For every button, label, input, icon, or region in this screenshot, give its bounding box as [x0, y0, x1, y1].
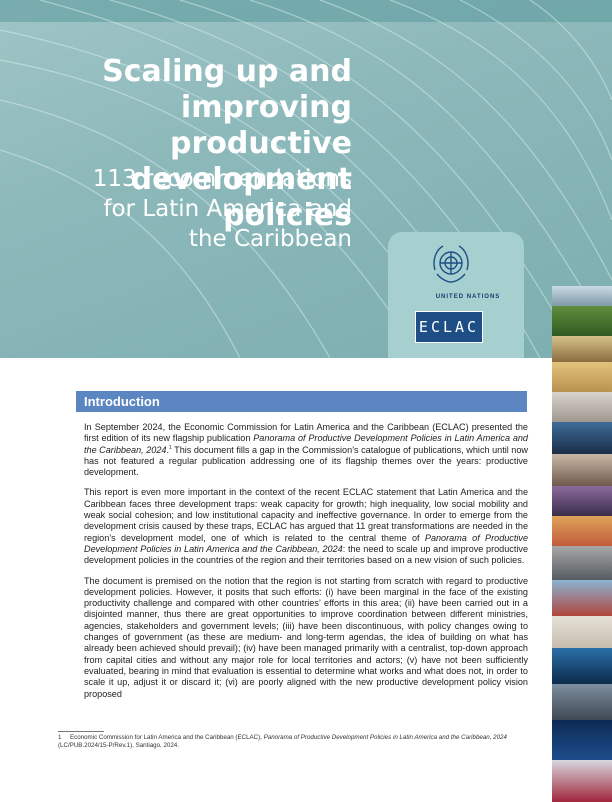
technology-photo	[552, 422, 612, 454]
footnote-text-b: (LC/PUB.2024/15-P/Rev.1), Santiago, 2024…	[58, 742, 179, 750]
paragraph-1: In September 2024, the Economic Commissi…	[84, 422, 528, 478]
digital-network-photo	[552, 648, 612, 684]
subtitle-line-2: for Latin America and	[103, 196, 352, 222]
subtitle-line-1: 113 recommendations	[92, 166, 352, 192]
footnote-text-a: Economic Commission for Latin America an…	[70, 734, 264, 741]
report-subtitle: 113 recommendations for Latin America an…	[22, 164, 352, 254]
introduction-heading: Introduction	[76, 391, 527, 412]
paragraph-2: This report is even more important in th…	[84, 487, 528, 566]
colonial-street-photo	[552, 362, 612, 392]
meeting-photo	[552, 454, 612, 486]
retail-photo	[552, 336, 612, 362]
crowd-photo	[552, 684, 612, 720]
industry-photo	[552, 286, 612, 306]
world-map-photo	[552, 760, 612, 802]
footnote-number: 1	[58, 734, 62, 741]
laptop-work-photo	[552, 392, 612, 422]
port-containers-photo	[552, 580, 612, 616]
agriculture-photo	[552, 306, 612, 336]
footnote: 1 Economic Commission for Latin America a…	[58, 734, 534, 751]
united-nations-label: UNITED NATIONS	[435, 294, 501, 300]
satellite-earth-photo	[552, 720, 612, 760]
footnote-publication-title: Panorama of Productive Development Polic…	[263, 734, 507, 741]
teamwork-hands-photo	[552, 516, 612, 546]
photo-strip	[552, 286, 612, 802]
un-emblem-icon	[433, 245, 469, 283]
subtitle-line-3: the Caribbean	[188, 226, 352, 252]
introduction-body: In September 2024, the Economic Commissi…	[84, 422, 528, 709]
robot-arm-photo	[552, 616, 612, 648]
paragraph-3: The document is premised on the notion t…	[84, 575, 528, 699]
footnote-divider	[58, 731, 104, 732]
cover-banner: Scaling up and improving productive deve…	[0, 0, 612, 358]
textile-photo	[552, 486, 612, 516]
eclac-logo: ECLAC	[415, 311, 483, 343]
title-line-1: Scaling up and	[102, 54, 352, 89]
title-line-2: improving productive	[169, 90, 352, 161]
industrial-equipment-photo	[552, 546, 612, 580]
